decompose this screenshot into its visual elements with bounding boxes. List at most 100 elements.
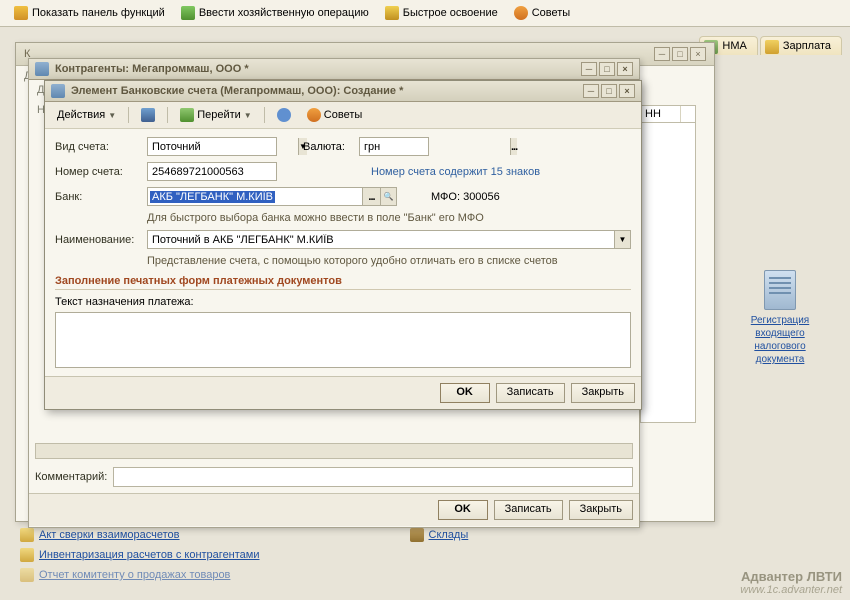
warehouse-icon [410,528,424,542]
close-button[interactable]: Закрыть [571,383,635,403]
currency-field[interactable]: ... [359,137,429,156]
actions-label: Действия [57,109,105,121]
bank-value: АКБ "ЛЕГБАНК" М.КИЇВ [150,191,275,203]
fast-learn-button[interactable]: Быстрое освоение [379,4,504,22]
currency-input[interactable] [360,138,510,155]
app-toolbar: Показать панель функций Ввести хозяйстве… [0,0,850,27]
tax-document-icon[interactable] [764,270,796,310]
bg-maximize-button[interactable]: □ [672,47,688,61]
bank-hint: Для быстрого выбора банка можно ввести в… [147,212,484,224]
account-number-hint: Номер счета содержит 15 знаков [371,166,540,178]
ba-maximize-button[interactable]: □ [601,84,617,98]
link-inventory[interactable]: Инвентаризация расчетов с контрагентами [20,548,468,562]
comment-label: Комментарий: [35,471,107,483]
link-inventory-label: Инвентаризация расчетов с контрагентами [39,549,260,561]
name-input[interactable] [148,231,614,248]
name-hint: Представление счета, с помощью которого … [147,255,558,267]
tips-icon-2 [307,108,321,122]
account-number-label: Номер счета: [55,166,141,178]
cp-save-button[interactable]: Записать [494,500,563,520]
ba-close-button[interactable]: × [619,84,635,98]
cp-close-button2[interactable]: Закрыть [569,500,633,520]
watermark: Адвантер ЛВТИ www.1c.advanter.net [740,569,842,596]
toolbar-separator [128,107,129,123]
link-warehouses[interactable]: Склады [410,528,469,542]
tips-icon [514,6,528,20]
bank-label: Банк: [55,191,141,203]
save-button[interactable]: Записать [496,383,565,403]
bank-account-buttonbar: OK Записать Закрыть [45,376,641,409]
currency-select-button[interactable]: ... [510,138,517,155]
chevron-down-icon: ▼ [108,111,116,120]
chevron-down-icon-2: ▼ [244,111,252,120]
doc-icon-2 [20,548,34,562]
counterparties-icon [35,62,49,76]
ba-minimize-button[interactable]: ─ [583,84,599,98]
bank-account-toolbar: Действия ▼ Перейти ▼ Советы [45,102,641,129]
goto-icon [180,108,194,122]
tips-button[interactable]: Советы [508,4,576,22]
fastlearn-icon [385,6,399,20]
cp-maximize-button[interactable]: □ [599,62,615,76]
toolbar-tips-label: Советы [324,109,362,121]
cp-ok-button[interactable]: OK [438,500,488,520]
bank-account-form: Вид счета: ▼ Валюта: ... Номер счета: Но… [45,129,641,379]
bottom-links: Акт сверки взаиморасчетов Склады Инвента… [20,528,468,582]
link-act[interactable]: Акт сверки взаиморасчетов [20,528,180,542]
help-icon [277,108,291,122]
payment-text-label: Текст назначения платежа: [55,296,631,308]
name-label: Наименование: [55,234,141,246]
comment-input[interactable] [113,467,633,487]
side-tabs: НМА Зарплата [699,36,842,55]
mfo-label: МФО: 300056 [431,191,500,203]
account-type-field[interactable]: ▼ [147,137,277,156]
cp-hscrollbar[interactable] [35,443,633,459]
name-field[interactable]: ▼ [147,230,631,249]
payment-text-input[interactable] [55,312,631,368]
account-type-input[interactable] [148,138,298,155]
tax-document-link[interactable]: Регистрация входящего налогового докумен… [751,315,809,365]
bg-table-body [640,123,696,423]
tab-nma-label: НМА [722,40,746,52]
goto-label: Перейти [197,109,241,121]
save-toolbar-button[interactable] [135,105,161,125]
enter-op-label: Ввести хозяйственную операцию [199,7,369,19]
panel-icon [14,6,28,20]
table-header-nn[interactable]: НН [641,106,681,122]
bank-account-window: Элемент Банковские счета (Мегапроммаш, О… [44,80,642,410]
help-button[interactable] [271,105,297,125]
table-header-spacer [681,106,695,122]
bg-close-button[interactable]: × [690,47,706,61]
doc-icon-3 [20,568,34,582]
link-report[interactable]: Отчет комитенту о продажах товаров [20,568,468,582]
link-report-label: Отчет комитенту о продажах товаров [39,569,230,581]
ok-button[interactable]: OK [440,383,490,403]
toolbar-tips-button[interactable]: Советы [301,105,368,125]
enter-operation-button[interactable]: Ввести хозяйственную операцию [175,4,375,22]
bank-select-button[interactable]: ... [362,188,380,205]
counterparties-title: Контрагенты: Мегапроммаш, ООО * [55,63,249,75]
actions-menu[interactable]: Действия ▼ [51,106,122,124]
goto-menu[interactable]: Перейти ▼ [174,105,258,125]
section-payment-forms: Заполнение печатных форм платежных докум… [55,275,631,290]
bg-minimize-button[interactable]: ─ [654,47,670,61]
bank-account-titlebar: Элемент Банковские счета (Мегапроммаш, О… [45,81,641,102]
show-panel-button[interactable]: Показать панель функций [8,4,171,22]
cp-minimize-button[interactable]: ─ [581,62,597,76]
tips-label: Советы [532,7,570,19]
link-warehouses-label: Склады [429,529,469,541]
doc-icon [20,528,34,542]
fast-learn-label: Быстрое освоение [403,7,498,19]
bank-search-button[interactable]: 🔍 [380,188,396,205]
account-number-input[interactable] [147,162,277,181]
watermark-url: www.1c.advanter.net [740,584,842,596]
tab-salary-label: Зарплата [783,40,831,52]
bank-field[interactable]: АКБ "ЛЕГБАНК" М.КИЇВ ... 🔍 [147,187,397,206]
right-panel: Регистрация входящего налогового докумен… [740,270,820,366]
tab-salary[interactable]: Зарплата [760,36,842,55]
name-dropdown-button[interactable]: ▼ [614,231,630,248]
watermark-brand: Адвантер ЛВТИ [741,569,842,584]
account-type-label: Вид счета: [55,141,141,153]
cp-close-button[interactable]: × [617,62,633,76]
operation-icon [181,6,195,20]
